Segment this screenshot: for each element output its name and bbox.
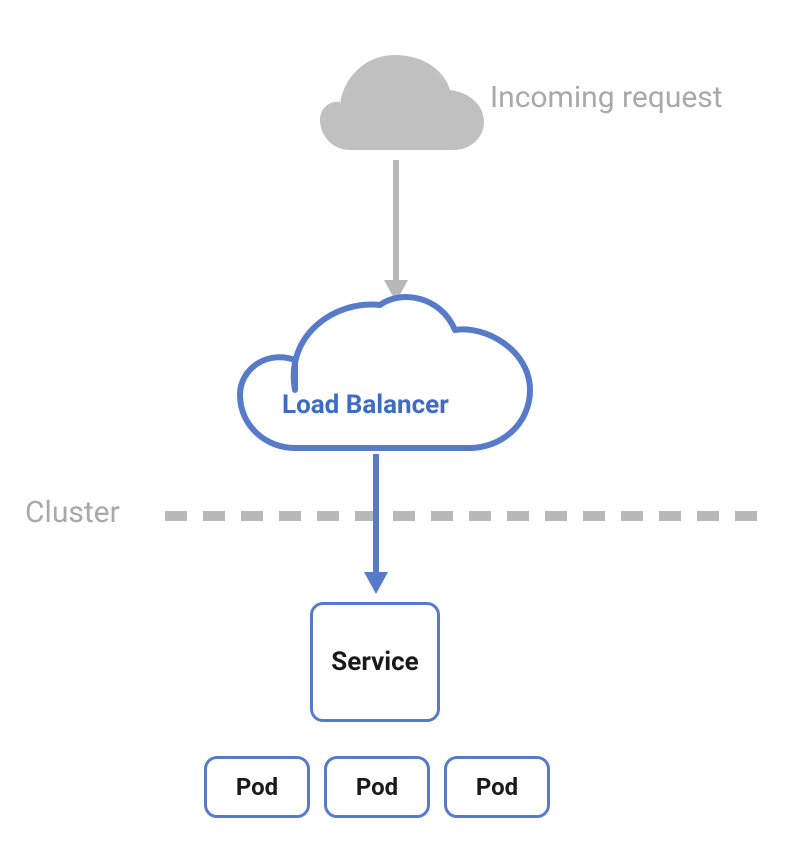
incoming-cloud-icon xyxy=(320,55,484,150)
pod-label: Pod xyxy=(476,773,518,801)
arrow-incoming-to-lb xyxy=(384,160,408,302)
pod-label: Pod xyxy=(356,773,398,801)
service-box: Service xyxy=(310,602,440,722)
pod-box-3: Pod xyxy=(444,756,550,818)
cluster-label: Cluster xyxy=(25,495,120,530)
load-balancer-label: Load Balancer xyxy=(282,390,449,420)
pod-label: Pod xyxy=(236,773,278,801)
load-balancer-cloud-icon xyxy=(240,297,530,448)
arrow-lb-to-service xyxy=(364,454,388,594)
pod-box-1: Pod xyxy=(204,756,310,818)
diagram-canvas xyxy=(0,0,792,850)
incoming-request-label: Incoming request xyxy=(490,80,723,115)
service-label: Service xyxy=(331,647,418,677)
pod-box-2: Pod xyxy=(324,756,430,818)
